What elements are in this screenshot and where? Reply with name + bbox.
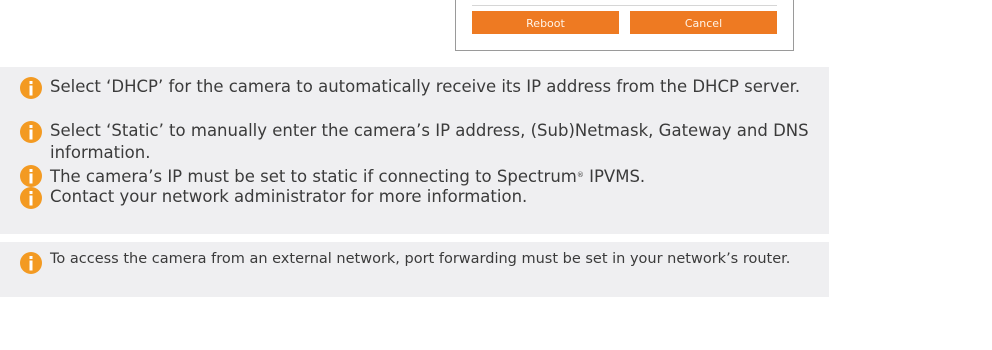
info-icon xyxy=(20,165,42,187)
cancel-button[interactable]: Cancel xyxy=(630,11,777,34)
reboot-dialog: Reboot Cancel xyxy=(455,0,794,51)
info-icon xyxy=(20,252,42,274)
info-icon xyxy=(20,121,42,143)
note-contact-admin: Contact your network administrator for m… xyxy=(20,186,819,209)
note-spectrum-text-end: IPVMS. xyxy=(583,167,646,186)
reboot-button[interactable]: Reboot xyxy=(472,11,619,34)
note-port-forwarding: To access the camera from an external ne… xyxy=(20,251,819,274)
note-dhcp: Select ‘DHCP’ for the camera to automati… xyxy=(20,76,819,99)
note-contact-admin-text: Contact your network administrator for m… xyxy=(50,187,528,206)
registered-mark: ® xyxy=(576,171,584,179)
port-forwarding-tip-panel: To access the camera from an external ne… xyxy=(0,242,829,297)
note-spectrum-text: The camera’s IP must be set to static if… xyxy=(50,167,577,186)
note-dhcp-text: Select ‘DHCP’ for the camera to automati… xyxy=(50,77,801,96)
note-spectrum: The camera’s IP must be set to static if… xyxy=(20,164,819,188)
note-static: Select ‘Static’ to manually enter the ca… xyxy=(20,120,819,164)
note-static-text: Select ‘Static’ to manually enter the ca… xyxy=(50,121,809,162)
dialog-divider xyxy=(472,5,777,6)
note-port-forwarding-text: To access the camera from an external ne… xyxy=(50,251,791,267)
network-notes-panel: Select ‘DHCP’ for the camera to automati… xyxy=(0,67,829,234)
info-icon xyxy=(20,187,42,209)
info-icon xyxy=(20,77,42,99)
